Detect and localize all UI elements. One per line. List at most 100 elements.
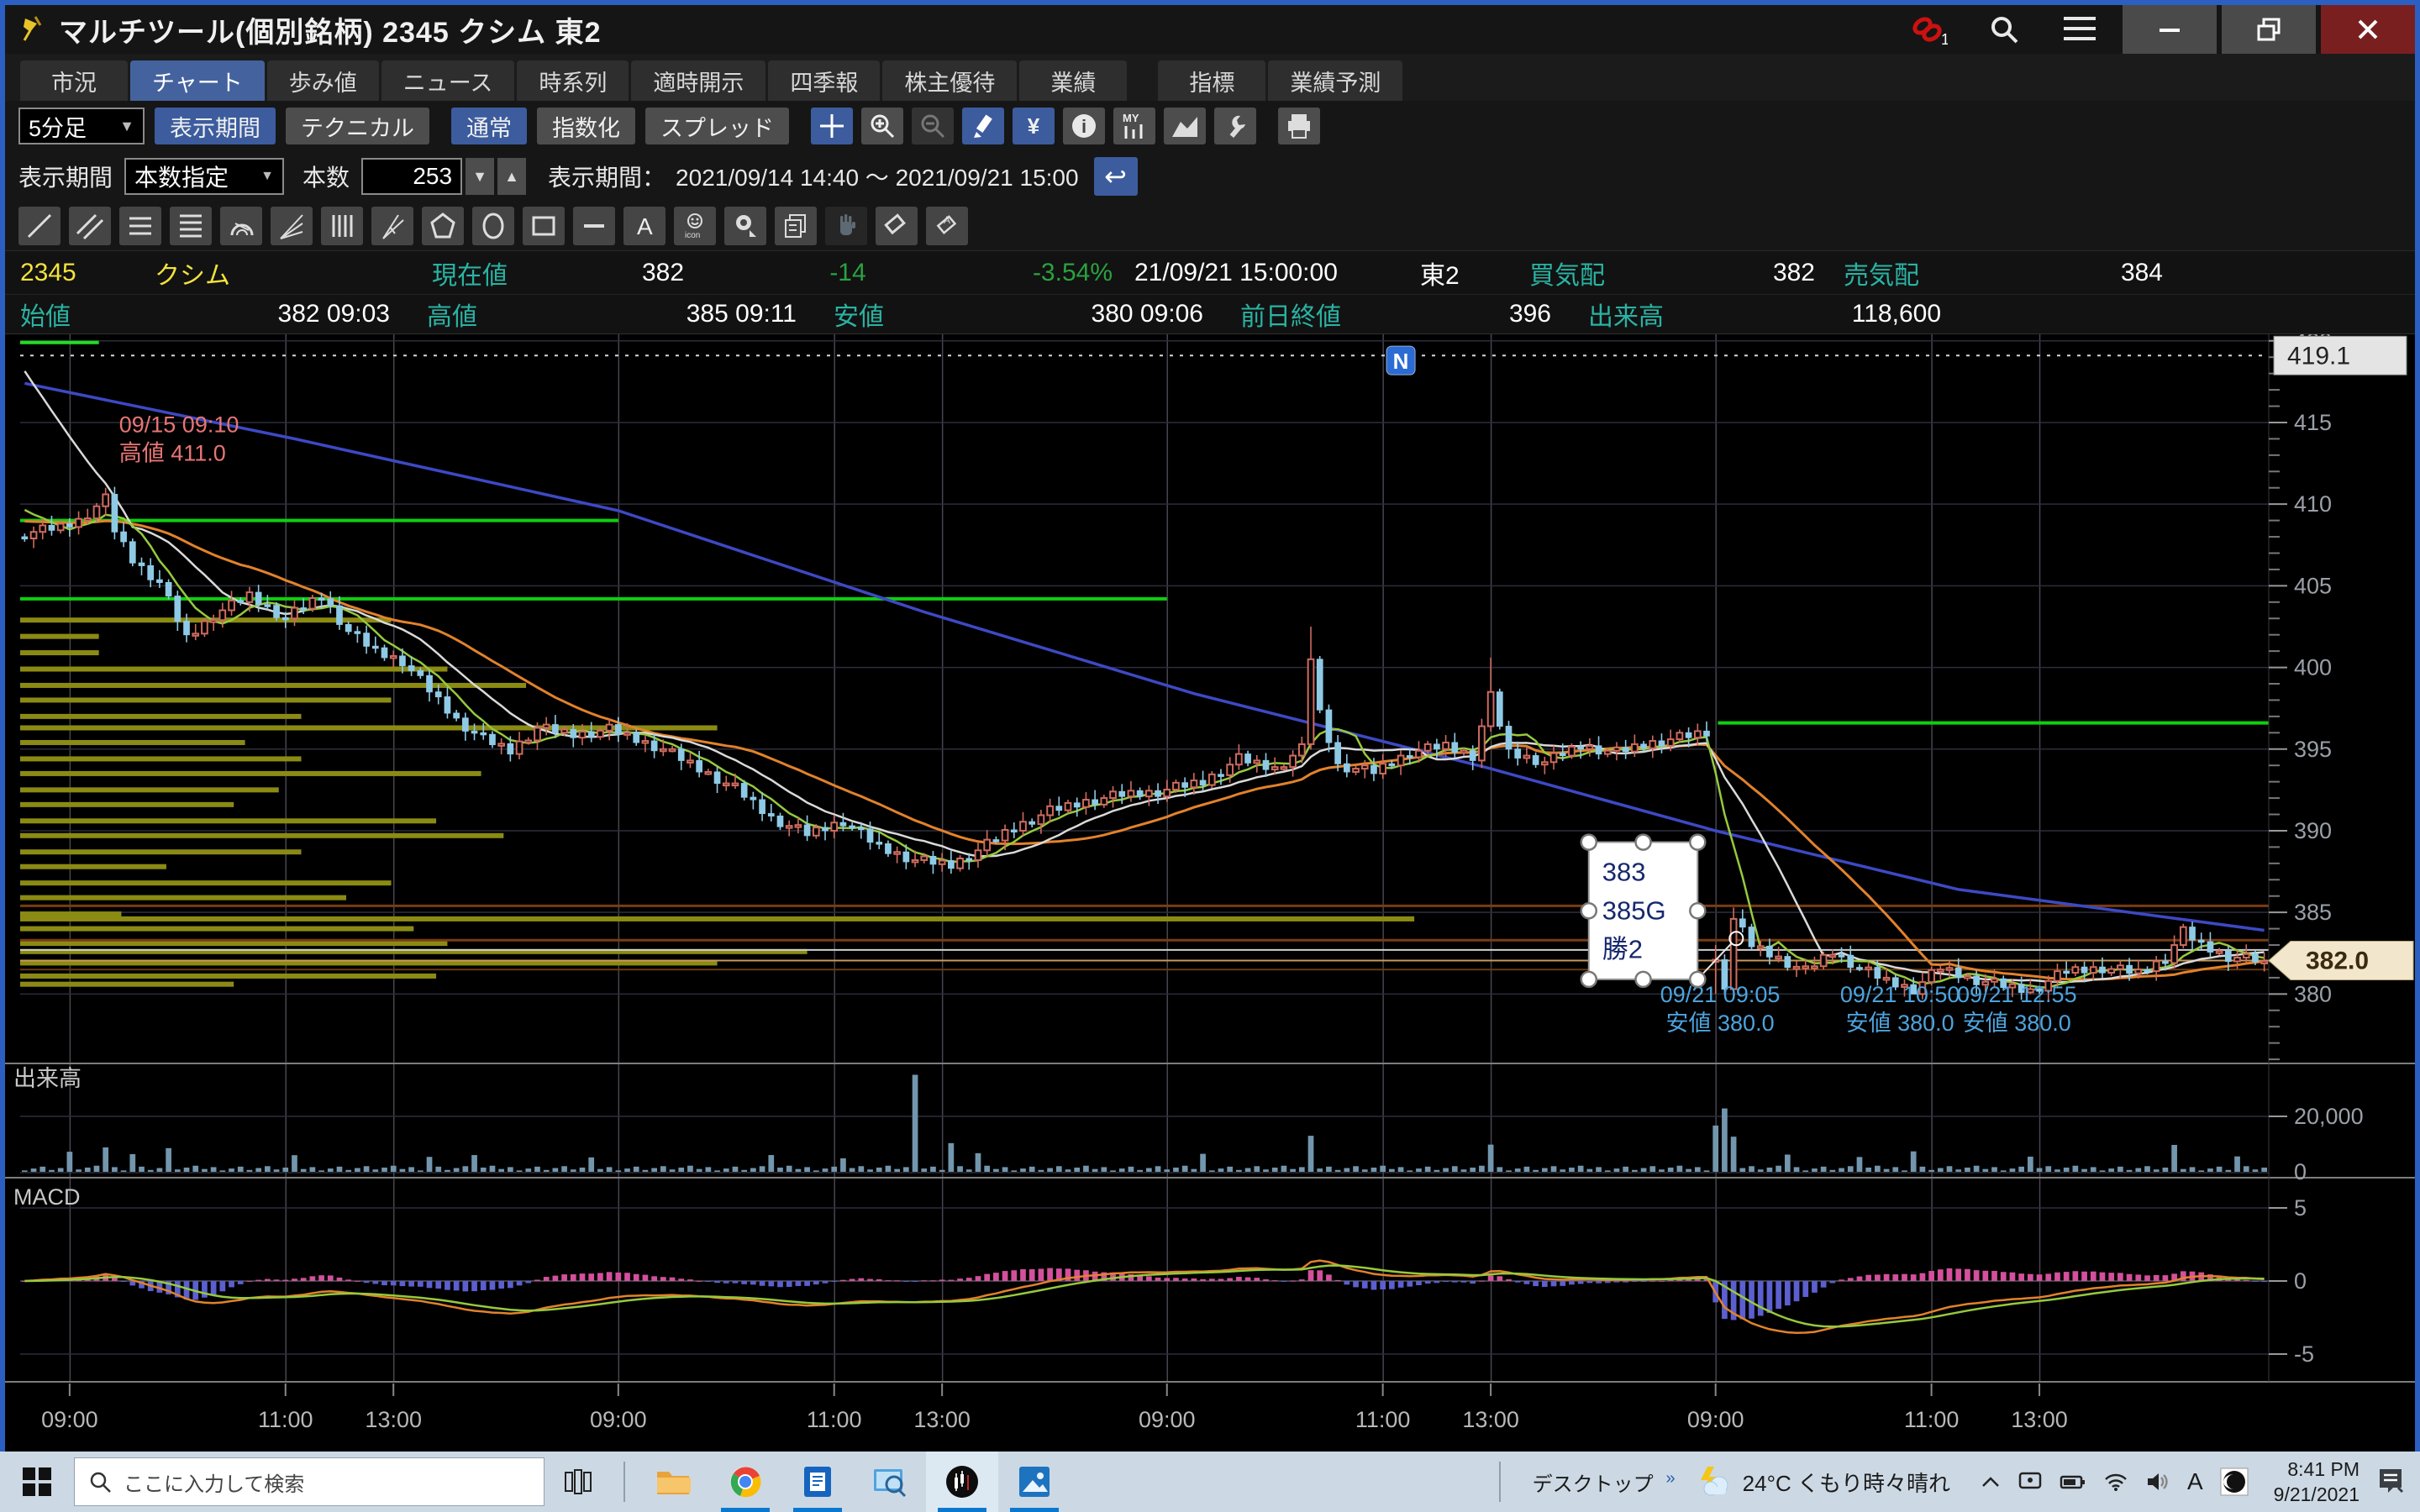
count-up-button[interactable]: ▲ bbox=[497, 158, 526, 195]
weather-widget[interactable]: 24°C くもり時々晴れ bbox=[1696, 1465, 1950, 1499]
volume-icon[interactable] bbox=[2145, 1471, 2170, 1493]
trend-line-tool[interactable] bbox=[18, 207, 60, 245]
range-label: 表示期間： bbox=[548, 160, 666, 193]
ime-mode-indicator[interactable]: A bbox=[2187, 1468, 2203, 1495]
start-button[interactable] bbox=[0, 1452, 74, 1512]
yen-button[interactable]: ¥ bbox=[1013, 108, 1055, 144]
my-chart-icon[interactable]: MY bbox=[1113, 108, 1155, 144]
count-down-button[interactable]: ▼ bbox=[466, 158, 494, 195]
wrench-icon[interactable] bbox=[1214, 108, 1256, 144]
tab-forecast[interactable]: 業績予測 bbox=[1268, 60, 1402, 101]
wifi-icon[interactable] bbox=[2103, 1472, 2128, 1492]
price-chart[interactable]: 38038539039540040541041542020,000050-509… bbox=[0, 334, 2420, 1452]
count-input[interactable]: 253 bbox=[361, 158, 462, 195]
ime-icon[interactable] bbox=[2220, 1467, 2249, 1496]
ask-price: 384 bbox=[1961, 259, 2163, 287]
hand-tool[interactable] bbox=[825, 207, 867, 245]
display-icon[interactable] bbox=[2018, 1471, 2043, 1493]
tab-benefits[interactable]: 株主優待 bbox=[882, 60, 1017, 101]
taskbar-explorer-icon[interactable] bbox=[637, 1452, 709, 1512]
stock-name: クシム bbox=[155, 255, 432, 291]
desktop-toolbar[interactable]: デスクトップ » bbox=[1512, 1467, 1674, 1497]
tray-expand-icon[interactable] bbox=[1981, 1475, 2001, 1488]
taskbar-mail-icon[interactable] bbox=[781, 1452, 854, 1512]
task-view-button[interactable] bbox=[544, 1452, 612, 1512]
tab-timeseries[interactable]: 時系列 bbox=[517, 60, 629, 101]
close-button[interactable] bbox=[2321, 5, 2415, 54]
volume-value: 118,600 bbox=[1706, 300, 1941, 328]
pitchfork-tool[interactable] bbox=[371, 207, 413, 245]
svg-text:09:00: 09:00 bbox=[41, 1407, 98, 1432]
zoom-in-icon[interactable] bbox=[861, 108, 903, 144]
taskbar-chrome-icon[interactable] bbox=[709, 1452, 781, 1512]
tab-earnings[interactable]: 業績 bbox=[1019, 60, 1127, 101]
tab-disclosure[interactable]: 適時開示 bbox=[631, 60, 765, 101]
zoom-out-icon[interactable] bbox=[912, 108, 954, 144]
tab-news[interactable]: ニュース bbox=[381, 60, 515, 101]
display-period-button[interactable]: 表示期間 bbox=[155, 108, 276, 144]
title-bar[interactable]: マルチツール(個別銘柄) 2345 クシム 東2 1 bbox=[5, 5, 2415, 54]
menu-icon[interactable] bbox=[2042, 5, 2118, 54]
taskbar-photos-icon[interactable] bbox=[998, 1452, 1071, 1512]
fibonacci-arc-tool[interactable] bbox=[220, 207, 262, 245]
restore-button[interactable] bbox=[2222, 5, 2316, 54]
pencil-icon[interactable] bbox=[962, 108, 1004, 144]
rectangle-tool[interactable] bbox=[523, 207, 565, 245]
price-change-pct: -3.54% bbox=[936, 259, 1113, 287]
ellipse-tool[interactable] bbox=[472, 207, 514, 245]
info-icon[interactable]: i bbox=[1063, 108, 1105, 144]
vertical-lines-tool[interactable] bbox=[321, 207, 363, 245]
svg-text:385G: 385G bbox=[1602, 896, 1666, 926]
print-icon[interactable] bbox=[1278, 108, 1320, 144]
pentagon-tool[interactable] bbox=[422, 207, 464, 245]
svg-text:出来高: 出来高 bbox=[13, 1066, 82, 1091]
market-name: 東2 bbox=[1420, 255, 1529, 291]
taskbar-clock[interactable]: 8:41 PM 9/21/2021 bbox=[2274, 1457, 2360, 1507]
crosshair-button[interactable] bbox=[811, 108, 853, 144]
parallel-line-tool[interactable] bbox=[69, 207, 111, 245]
battery-icon[interactable] bbox=[2060, 1473, 2086, 1491]
time-marker-tool[interactable] bbox=[724, 207, 766, 245]
tab-indicators[interactable]: 指標 bbox=[1158, 60, 1265, 101]
svg-text:高値 411.0: 高値 411.0 bbox=[119, 441, 226, 466]
technical-button[interactable]: テクニカル bbox=[286, 108, 429, 144]
taskbar-trading-app-icon[interactable] bbox=[926, 1452, 998, 1512]
notification-center-icon[interactable] bbox=[2376, 1466, 2405, 1499]
tab-ticks[interactable]: 歩み値 bbox=[267, 60, 379, 101]
tab-market[interactable]: 市況 bbox=[20, 60, 128, 101]
horizontal-segment-tool[interactable] bbox=[573, 207, 615, 245]
svg-text:i: i bbox=[1081, 116, 1086, 137]
search-icon[interactable] bbox=[1966, 5, 2042, 54]
text-tool[interactable]: A bbox=[623, 207, 666, 245]
timeframe-select[interactable]: 5分足▼ bbox=[18, 108, 145, 144]
tab-chart[interactable]: チャート bbox=[130, 60, 265, 101]
reset-period-button[interactable]: ↩ bbox=[1094, 157, 1138, 196]
svg-text:390: 390 bbox=[2294, 818, 2332, 843]
taskbar-search-input[interactable]: ここに入力して検索 bbox=[74, 1457, 544, 1506]
horizontal-lines4-tool[interactable] bbox=[170, 207, 212, 245]
copy-objects-tool[interactable] bbox=[775, 207, 817, 245]
svg-text:385: 385 bbox=[2294, 900, 2332, 925]
link-icon[interactable]: 1 bbox=[1891, 5, 1966, 54]
normal-button[interactable]: 通常 bbox=[451, 108, 527, 144]
count-mode-select[interactable]: 本数指定▼ bbox=[124, 158, 284, 195]
indexed-button[interactable]: 指数化 bbox=[537, 108, 635, 144]
svg-text:380: 380 bbox=[2294, 981, 2332, 1006]
low-label: 安値 bbox=[834, 296, 926, 333]
fan-lines-tool[interactable] bbox=[271, 207, 313, 245]
range-value: 2021/09/14 14:40 ～ 2021/09/21 15:00 bbox=[676, 160, 1079, 193]
svg-text:09:00: 09:00 bbox=[1687, 1407, 1744, 1432]
window-title: マルチツール(個別銘柄) 2345 クシム 東2 bbox=[59, 9, 602, 50]
spread-button[interactable]: スプレッド bbox=[645, 108, 789, 144]
eraser-tool[interactable] bbox=[876, 207, 918, 245]
area-chart-icon[interactable] bbox=[1164, 108, 1206, 144]
eraser-all-tool[interactable]: A bbox=[926, 207, 968, 245]
low-value: 380 09:06 bbox=[926, 300, 1203, 328]
tab-shikiho[interactable]: 四季報 bbox=[768, 60, 880, 101]
taskbar-snip-icon[interactable] bbox=[854, 1452, 926, 1512]
horizontal-lines3-tool[interactable] bbox=[119, 207, 161, 245]
icon-stamp-tool[interactable]: icon bbox=[674, 207, 716, 245]
svg-text:415: 415 bbox=[2294, 410, 2332, 435]
minimize-button[interactable] bbox=[2123, 5, 2217, 54]
svg-text:勝2: 勝2 bbox=[1602, 935, 1643, 964]
